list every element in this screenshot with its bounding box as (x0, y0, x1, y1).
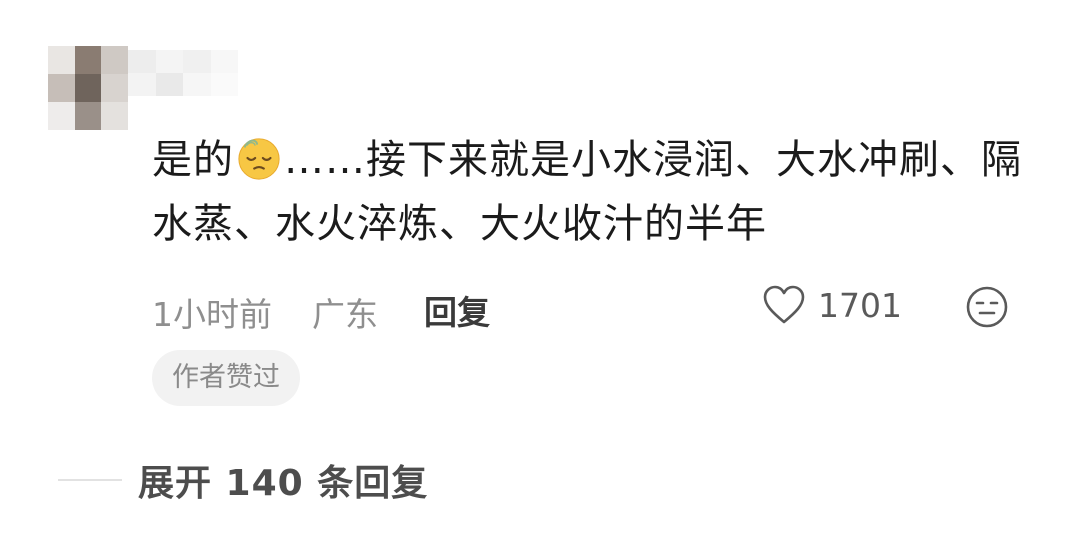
expand-replies-button[interactable]: 展开 140 条回复 (58, 452, 428, 508)
expand-replies-label: 展开 140 条回复 (138, 463, 429, 504)
dislike-face-icon[interactable] (964, 284, 1010, 330)
heart-icon (763, 285, 805, 324)
like-count: 1701 (818, 285, 902, 325)
author-liked-badge: 作者赞过 (152, 350, 300, 406)
pensive-face-icon (238, 138, 280, 180)
comment-item: 是的 ……接下来就是小水浸润、大水冲刷、隔水蒸、水火淬炼、大火收汁的半年 1小时… (0, 0, 1080, 551)
like-button[interactable]: 1701 (762, 284, 902, 326)
comment-location: 广东 (312, 295, 378, 334)
reply-button[interactable]: 回复 (424, 286, 490, 334)
username-blurred[interactable] (128, 50, 238, 96)
avatar[interactable] (48, 46, 128, 130)
comment-text-rest: ……接下来就是小水浸润、大水冲刷、隔水蒸、水火淬炼、大火收汁的半年 (152, 137, 1022, 247)
comment-time: 1小时前 (152, 295, 272, 334)
comment-meta: 1小时前 广东 回复 1701 (152, 284, 1032, 336)
comment-text: 是的 ……接下来就是小水浸润、大水冲刷、隔水蒸、水火淬炼、大火收汁的半年 (152, 128, 1032, 256)
comment-text-start: 是的 (152, 137, 234, 183)
divider-line (58, 479, 122, 481)
